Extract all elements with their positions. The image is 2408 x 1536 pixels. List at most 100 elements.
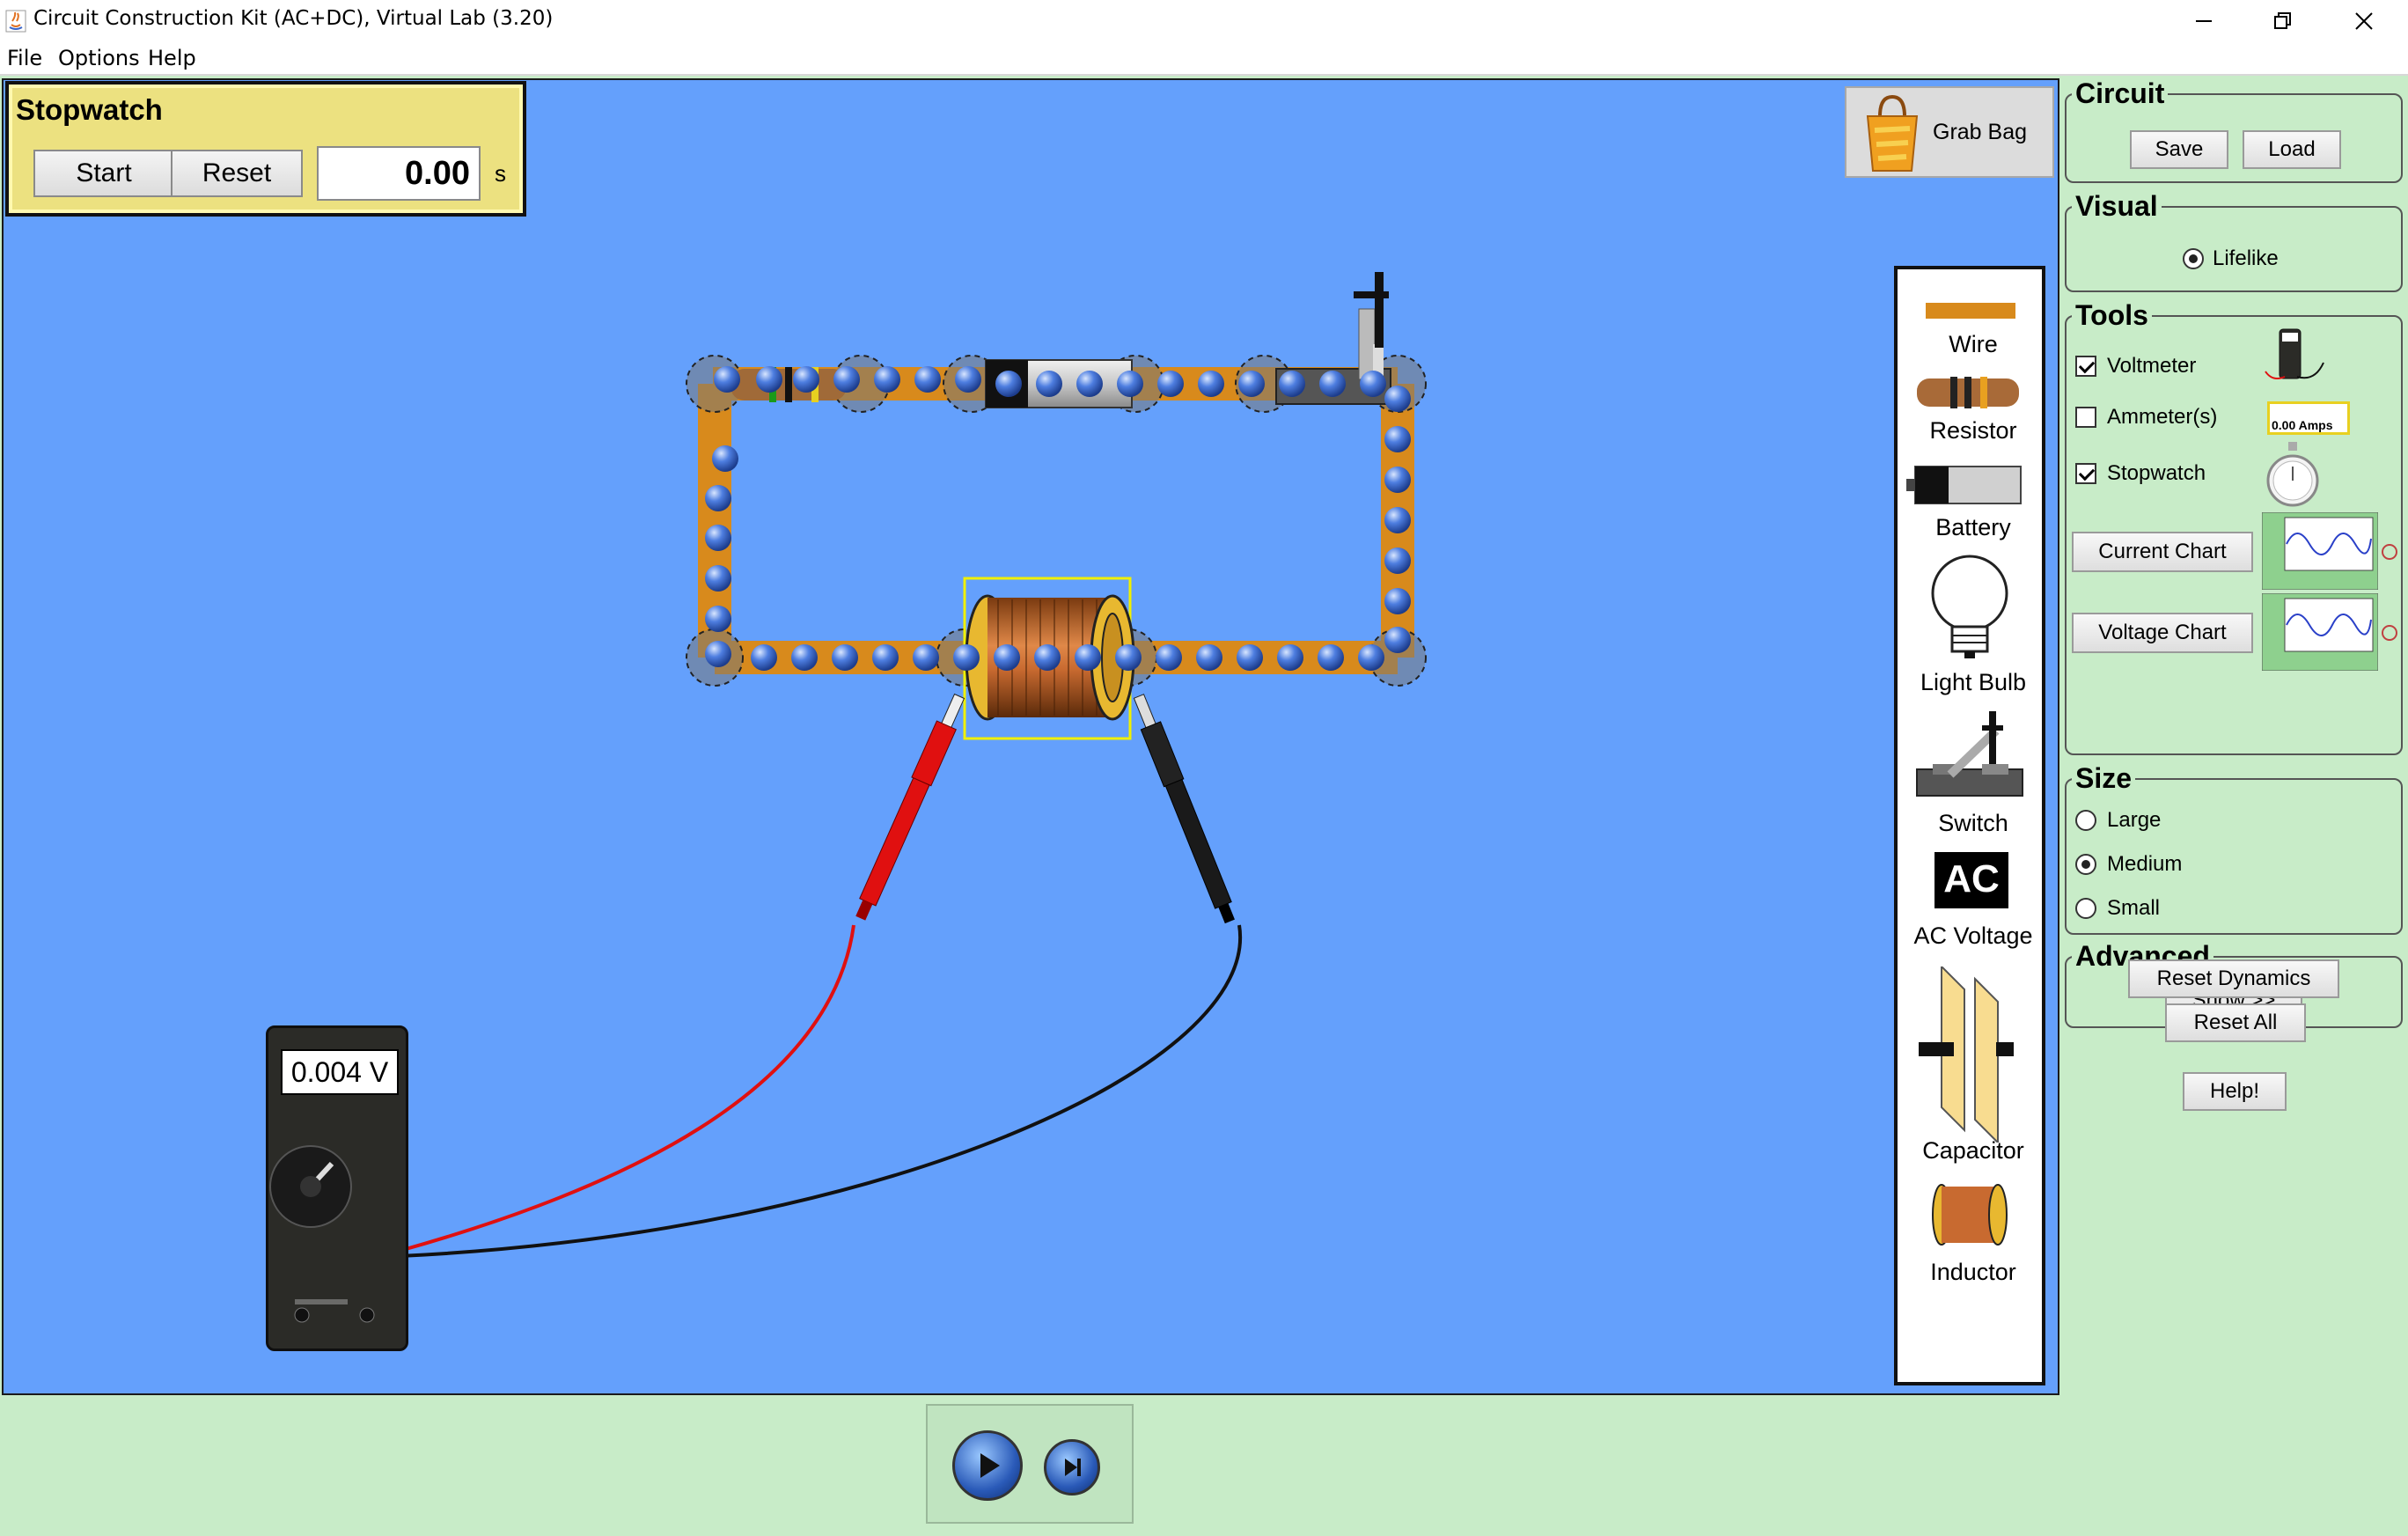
size-small-label: Small	[2107, 896, 2161, 920]
voltage-chart-close-icon[interactable]	[2382, 625, 2397, 641]
voltmeter-checkbox[interactable]	[2075, 356, 2096, 377]
voltmeter-dial-icon	[269, 1145, 375, 1323]
window-title: Circuit Construction Kit (AC+DC), Virtua…	[33, 7, 554, 30]
reset-all-button[interactable]: Reset All	[2165, 1003, 2306, 1042]
visual-group: Visual Lifelike	[2065, 190, 2403, 292]
toolbox-inductor[interactable]: Inductor	[1898, 1180, 2042, 1294]
toolbox-switch[interactable]: Switch	[1898, 708, 2042, 840]
java-app-icon	[5, 10, 26, 33]
tools-group: Tools Voltmeter Ammeter(s) 0.00 Amps Sto…	[2065, 299, 2403, 755]
ac-voltage-icon: AC	[1934, 852, 2008, 908]
menu-bar: File Options Help	[0, 42, 2408, 76]
size-large-label: Large	[2107, 808, 2162, 832]
circuit-group: Circuit Save Load	[2065, 77, 2403, 183]
black-lead-wire	[399, 924, 1243, 1258]
voltmeter[interactable]: 0.004 V	[266, 1025, 408, 1351]
restore-button[interactable]	[2243, 0, 2324, 42]
menu-options[interactable]: Options	[58, 46, 140, 70]
save-button[interactable]: Save	[2130, 130, 2228, 169]
component-toolbox: Wire Resistor Battery Light Bulb Switch …	[1894, 266, 2045, 1385]
toolbox-capacitor-label: Capacitor	[1922, 1137, 2024, 1164]
minimize-icon	[2196, 20, 2212, 22]
lifelike-radio[interactable]	[2183, 248, 2204, 269]
voltmeter-label: Voltmeter	[2107, 354, 2197, 378]
load-button[interactable]: Load	[2243, 130, 2341, 169]
battery-icon	[1906, 466, 2022, 504]
toolbox-wire[interactable]: Wire	[1898, 299, 2042, 368]
lifelike-label: Lifelike	[2213, 246, 2279, 270]
restore-icon	[2274, 12, 2291, 29]
stopwatch-checkbox[interactable]	[2075, 463, 2096, 484]
close-icon	[2355, 12, 2373, 30]
shopping-bag-icon	[1866, 94, 1919, 172]
stopwatch-icon	[2266, 442, 2319, 507]
circuit-canvas[interactable]: 0.004 V	[2, 78, 2059, 1395]
help-button[interactable]: Help!	[2183, 1072, 2287, 1111]
close-button[interactable]	[2324, 0, 2404, 42]
minimize-button[interactable]	[2163, 0, 2244, 42]
toolbox-capacitor[interactable]: Capacitor	[1898, 964, 2042, 1172]
stopwatch-panel[interactable]: Stopwatch Start Reset 0.00 s	[5, 81, 526, 217]
toolbox-battery-label: Battery	[1935, 514, 2011, 540]
menu-file[interactable]: File	[7, 46, 42, 70]
stopwatch-time-field: 0.00	[317, 146, 481, 201]
toolbox-wire-label: Wire	[1949, 331, 1998, 357]
switch-icon	[1916, 711, 2023, 797]
toolbox-inductor-label: Inductor	[1930, 1259, 2016, 1285]
size-large-radio[interactable]	[2075, 810, 2096, 831]
size-medium-radio[interactable]	[2075, 854, 2096, 875]
toolbox-ac-voltage[interactable]: AC AC Voltage	[1898, 852, 2042, 958]
toolbox-light-bulb[interactable]: Light Bulb	[1898, 549, 2042, 699]
play-icon	[980, 1453, 1000, 1478]
ammeter-icon: 0.00 Amps	[2267, 401, 2350, 435]
stopwatch-label: Stopwatch	[2107, 461, 2206, 485]
current-chart-button[interactable]: Current Chart	[2072, 532, 2253, 572]
resistor-component[interactable]	[730, 367, 847, 402]
inductor-icon	[1932, 1184, 2008, 1246]
toolbox-resistor[interactable]: Resistor	[1898, 373, 2042, 451]
resistor-icon	[1917, 377, 2019, 408]
grab-bag-label: Grab Bag	[1933, 120, 2028, 144]
title-bar: Circuit Construction Kit (AC+DC), Virtua…	[0, 0, 2408, 42]
voltage-chart-icon	[2262, 593, 2378, 671]
current-chart-icon	[2262, 512, 2378, 590]
light-bulb-icon	[1931, 555, 2008, 658]
red-lead-wire	[399, 924, 855, 1253]
playback-bar	[0, 1395, 2408, 1536]
ammeter-label: Ammeter(s)	[2107, 405, 2218, 429]
stopwatch-title: Stopwatch	[16, 93, 163, 126]
control-panel: Circuit Save Load Visual Lifelike Tools …	[2061, 76, 2408, 1405]
toolbox-ac-voltage-label: AC Voltage	[1913, 922, 2033, 949]
tools-group-title: Tools	[2072, 299, 2152, 332]
current-chart-close-icon[interactable]	[2382, 544, 2397, 560]
stopwatch-unit: s	[495, 160, 506, 187]
circuit-group-title: Circuit	[2072, 77, 2169, 110]
wire-icon	[1926, 303, 2015, 319]
stopwatch-body: Stopwatch Start Reset 0.00 s	[12, 88, 519, 209]
size-medium-label: Medium	[2107, 852, 2183, 876]
toolbox-resistor-label: Resistor	[1929, 417, 2017, 444]
menu-help[interactable]: Help	[148, 46, 196, 70]
capacitor-icon	[1919, 964, 2014, 1145]
toolbox-battery[interactable]: Battery	[1898, 463, 2042, 551]
size-group: Size Large Medium Small	[2065, 762, 2403, 935]
playback-controls	[926, 1404, 1134, 1524]
grab-bag-button[interactable]: Grab Bag	[1845, 86, 2054, 178]
size-small-radio[interactable]	[2075, 898, 2096, 919]
reset-dynamics-button[interactable]: Reset Dynamics	[2128, 959, 2339, 998]
size-group-title: Size	[2072, 762, 2136, 795]
play-button[interactable]	[952, 1430, 1023, 1501]
stopwatch-start-button[interactable]: Start	[33, 150, 174, 197]
toolbox-switch-label: Switch	[1938, 810, 2008, 836]
step-button[interactable]	[1044, 1439, 1100, 1496]
black-probe[interactable]	[1129, 693, 1240, 926]
ammeter-checkbox[interactable]	[2075, 407, 2096, 428]
visual-group-title: Visual	[2072, 190, 2162, 223]
voltage-chart-button[interactable]: Voltage Chart	[2072, 613, 2253, 653]
step-icon	[1065, 1459, 1081, 1476]
app-window: Circuit Construction Kit (AC+DC), Virtua…	[0, 0, 2408, 1536]
toolbox-light-bulb-label: Light Bulb	[1920, 669, 2027, 695]
voltmeter-icon	[2265, 328, 2324, 379]
red-probe[interactable]	[851, 692, 969, 922]
stopwatch-reset-button[interactable]: Reset	[171, 150, 303, 197]
